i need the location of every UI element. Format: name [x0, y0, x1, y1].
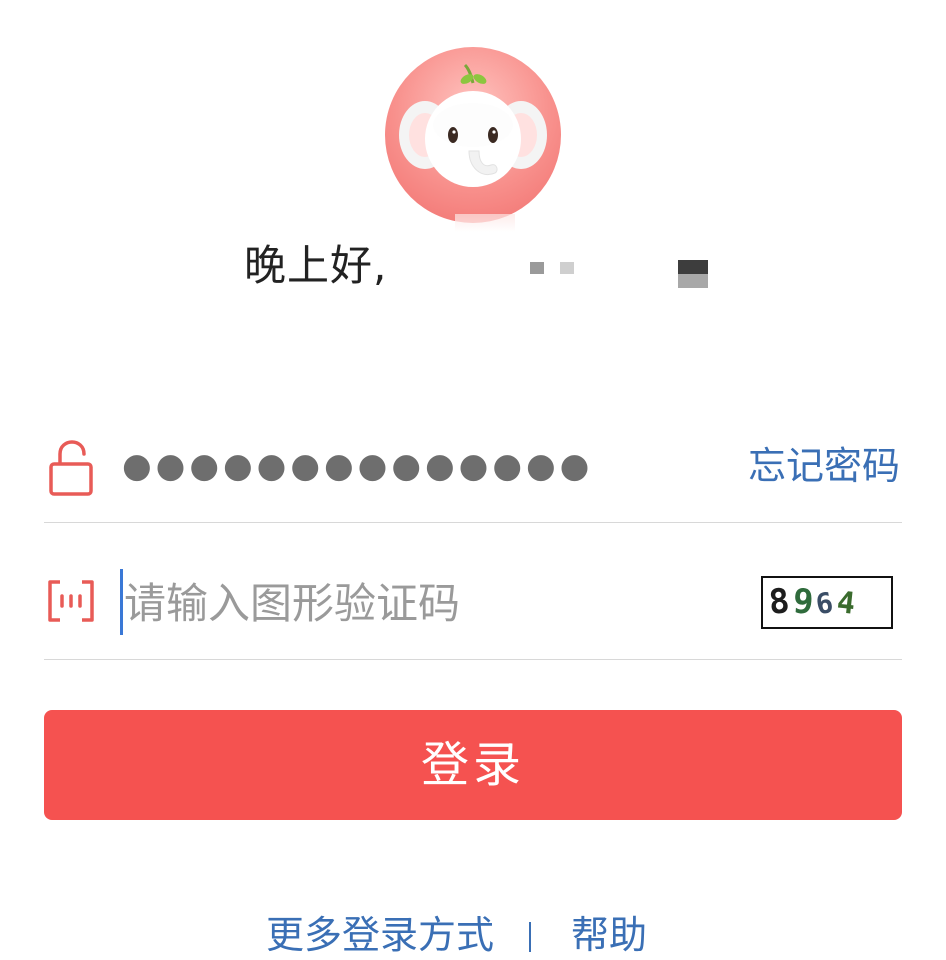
help-link[interactable]: 帮助 — [571, 910, 647, 960]
more-login-methods-link[interactable]: 更多登录方式 — [266, 910, 494, 960]
greeting-text: 晚上好, — [244, 241, 388, 290]
lock-icon — [49, 440, 93, 496]
captcha-digit: 4 — [835, 585, 857, 622]
captcha-digit: 8 — [766, 581, 792, 623]
elephant-mascot-icon — [399, 63, 547, 187]
captcha-image[interactable]: 8964 — [761, 576, 893, 629]
text-cursor — [120, 569, 123, 635]
avatar — [385, 47, 561, 223]
password-row: ●●●●●●●●●●●●●● 忘记密码 — [44, 430, 902, 523]
captcha-row: 8964 — [44, 555, 902, 660]
footer-divider — [529, 922, 531, 952]
forgot-password-link[interactable]: 忘记密码 — [748, 444, 900, 488]
avatar-shadow — [455, 214, 515, 232]
password-field[interactable]: ●●●●●●●●●●●●●● — [122, 446, 593, 486]
captcha-digit: 6 — [813, 585, 836, 622]
login-button[interactable]: 登录 — [44, 710, 902, 820]
captcha-icon — [48, 580, 94, 622]
captcha-input[interactable] — [124, 575, 744, 631]
masked-username — [530, 260, 720, 290]
footer-links: 更多登录方式 帮助 — [0, 910, 946, 960]
